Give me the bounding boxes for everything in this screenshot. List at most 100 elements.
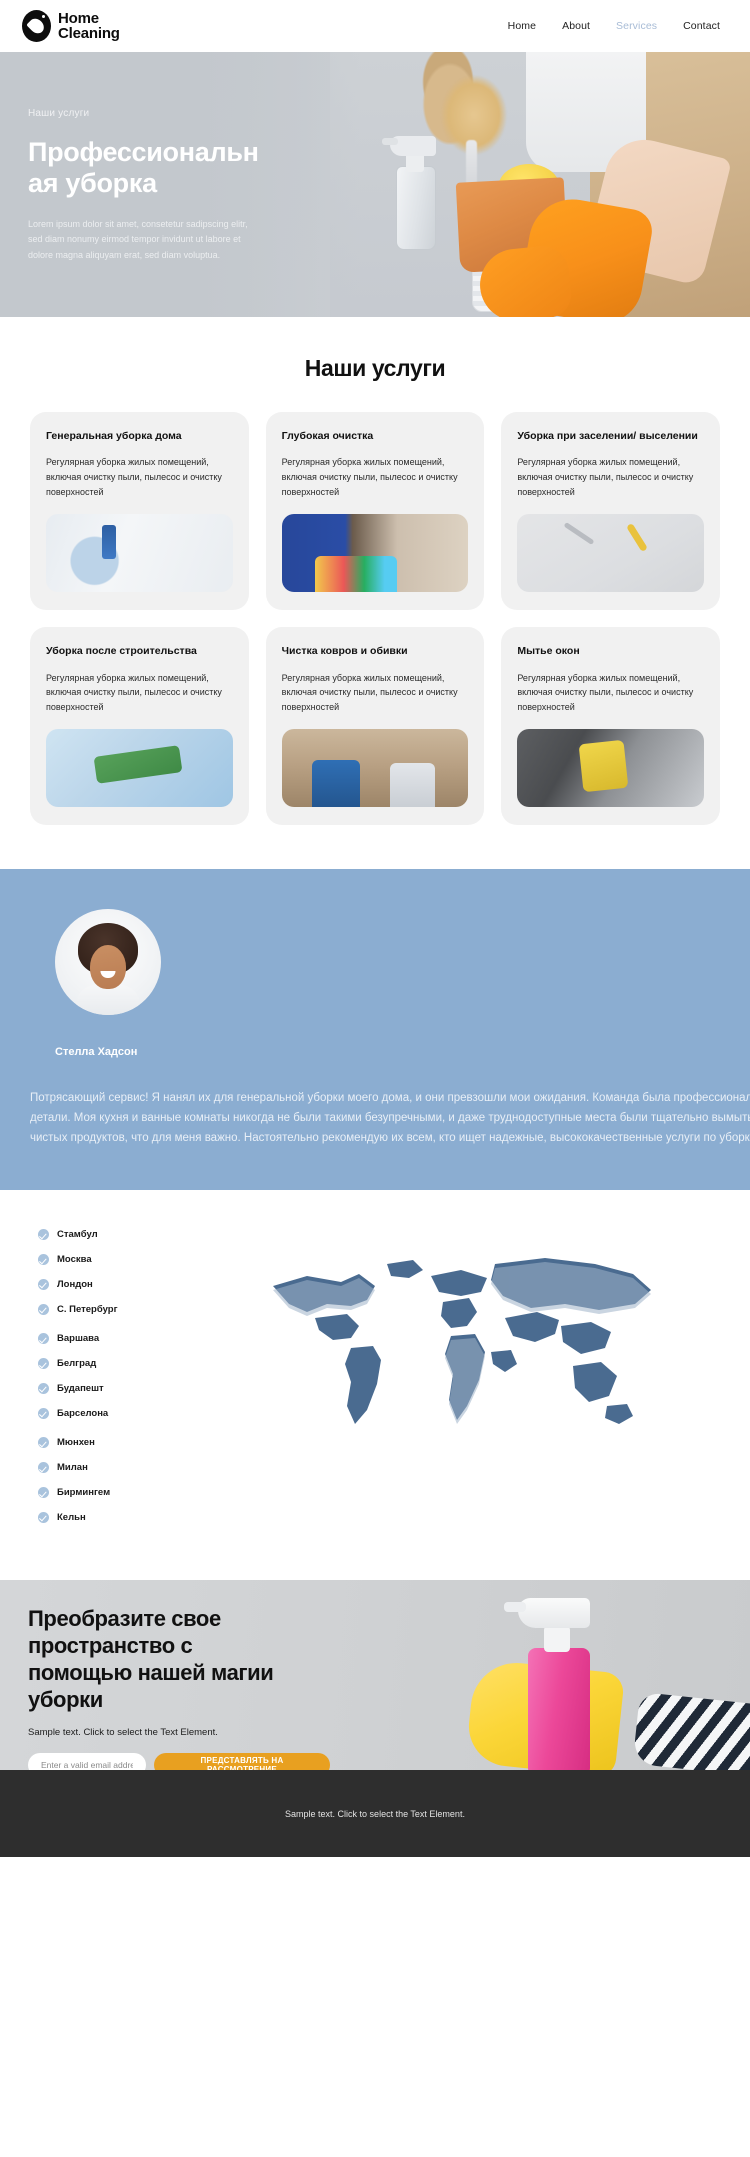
list-item[interactable]: Барселона: [38, 1407, 180, 1421]
hero-eyebrow: Наши услуги: [28, 108, 90, 119]
cta-title: Преобразите свое пространство с помощью …: [28, 1606, 274, 1712]
service-card-title: Мытье окон: [517, 645, 580, 658]
list-item[interactable]: Бирмингем: [38, 1486, 180, 1500]
spray-bottle-icon: [382, 130, 444, 250]
striped-sleeve-shape: [632, 1692, 750, 1771]
hero-photo: [330, 52, 750, 317]
services-title: Наши услуги: [304, 355, 446, 381]
city-group: Варшава Белград Будапешт Барселона: [38, 1332, 180, 1420]
hero-content: Наши услуги Профессиональн ая уборка Lor…: [0, 52, 300, 263]
testimonial-author-name: Стелла Хадсон: [55, 1046, 138, 1059]
check-circle-icon: [38, 1333, 49, 1345]
testimonial-section: Стелла Хадсон Потрясающий сервис! Я наня…: [0, 869, 750, 1191]
email-field[interactable]: [28, 1752, 146, 1771]
check-circle-icon: [38, 1303, 49, 1315]
list-item[interactable]: С. Петербург: [38, 1303, 180, 1317]
list-item[interactable]: Будапешт: [38, 1382, 180, 1396]
cleaning-tools-flatlay-photo: [517, 514, 704, 593]
city-label: Лондон: [57, 1278, 93, 1290]
spray-on-glass-photo: [46, 514, 233, 593]
pink-spray-bottle-icon: [504, 1586, 606, 1771]
gloved-hand-sponge-photo: [46, 729, 233, 808]
nav-link-home[interactable]: Home: [508, 20, 536, 32]
check-circle-icon: [38, 1382, 49, 1394]
footer-text: Sample text. Click to select the Text El…: [285, 1808, 465, 1819]
city-label: С. Петербург: [57, 1303, 118, 1315]
service-card-title: Уборка при заселении/ выселении: [517, 430, 698, 442]
list-item[interactable]: Мюнхен: [38, 1436, 180, 1450]
city-list: Стамбул Москва Лондон С. Петербург Варша…: [0, 1220, 180, 1540]
check-circle-icon: [38, 1358, 49, 1370]
list-item[interactable]: Кельн: [38, 1511, 180, 1525]
service-card-title: Чистка ковров и обивки: [281, 645, 408, 658]
list-item[interactable]: Стамбул: [38, 1228, 180, 1242]
service-card[interactable]: Глубокая очистка Регулярная уборка жилых…: [265, 412, 485, 611]
submit-button[interactable]: ПРЕДСТАВЛЯТЬ НА РАССМОТРЕНИЕ: [154, 1752, 330, 1771]
service-card-title: Уборка после строительства: [46, 645, 197, 658]
service-card-description: Регулярная уборка жилых помещений, включ…: [281, 672, 458, 713]
service-card[interactable]: Чистка ковров и обивки Регулярная уборка…: [265, 627, 485, 826]
hero-title-line-1: Профессиональн: [28, 137, 259, 167]
city-label: Бирмингем: [57, 1486, 111, 1498]
world-map-container: [180, 1220, 750, 1444]
service-card-title: Глубокая очистка: [281, 430, 374, 442]
check-circle-icon: [38, 1278, 49, 1290]
service-card[interactable]: Уборка при заселении/ выселении Регулярн…: [501, 412, 720, 611]
city-label: Кельн: [57, 1511, 86, 1523]
nav-link-services[interactable]: Services: [616, 20, 657, 32]
check-circle-icon: [38, 1229, 49, 1241]
customer-portrait-avatar: [55, 909, 161, 1016]
nav-link-about[interactable]: About: [562, 20, 590, 32]
check-circle-icon: [38, 1254, 49, 1266]
nav-link-contact[interactable]: Contact: [683, 20, 720, 32]
brand-text: Home Cleaning: [58, 9, 120, 42]
subscribe-form: ПРЕДСТАВЛЯТЬ НА РАССМОТРЕНИЕ: [28, 1752, 330, 1771]
check-circle-icon: [38, 1511, 49, 1523]
brand-line-2: Cleaning: [58, 25, 120, 42]
brand-logo[interactable]: Home Cleaning: [22, 10, 120, 42]
city-label: Барселона: [57, 1407, 109, 1419]
city-label: Варшава: [57, 1333, 100, 1345]
check-circle-icon: [38, 1462, 49, 1474]
service-card[interactable]: Уборка после строительства Регулярная уб…: [30, 627, 249, 826]
city-label: Москва: [57, 1254, 92, 1266]
check-circle-icon: [38, 1486, 49, 1498]
service-card[interactable]: Генеральная уборка дома Регулярная уборк…: [30, 412, 249, 611]
cta-content: Преобразите свое пространство с помощью …: [0, 1580, 330, 1771]
service-card-title: Генеральная уборка дома: [46, 430, 182, 442]
hero-description: Lorem ipsum dolor sit amet, consetetur s…: [28, 218, 248, 260]
city-label: Стамбул: [57, 1229, 98, 1241]
cta-subtitle: Sample text. Click to select the Text El…: [28, 1726, 218, 1738]
testimonial-quote: Потрясающий сервис! Я нанял их для генер…: [30, 1091, 750, 1144]
cta-section: Преобразите свое пространство с помощью …: [0, 1580, 750, 1771]
service-card-description: Регулярная уборка жилых помещений, включ…: [46, 672, 222, 713]
city-label: Мюнхен: [57, 1437, 95, 1449]
list-item[interactable]: Варшава: [38, 1332, 180, 1346]
city-label: Милан: [57, 1462, 88, 1474]
list-item[interactable]: Лондон: [38, 1278, 180, 1292]
check-circle-icon: [38, 1437, 49, 1449]
service-card-description: Регулярная уборка жилых помещений, включ…: [46, 457, 222, 498]
city-label: Будапешт: [57, 1382, 104, 1394]
list-item[interactable]: Милан: [38, 1461, 180, 1475]
service-card-description: Регулярная уборка жилых помещений, включ…: [517, 672, 694, 713]
city-group: Стамбул Москва Лондон С. Петербург: [38, 1228, 180, 1316]
hero-title-line-2: ая уборка: [28, 168, 157, 199]
water-drop-logo-icon: [22, 10, 51, 42]
check-circle-icon: [38, 1407, 49, 1419]
services-section: Наши услуги Генеральная уборка дома Регу…: [0, 317, 750, 870]
city-group: Мюнхен Милан Бирмингем Кельн: [38, 1436, 180, 1524]
service-card-description: Регулярная уборка жилых помещений, включ…: [517, 457, 694, 498]
hero-section: Наши услуги Профессиональн ая уборка Lor…: [0, 52, 750, 317]
service-card[interactable]: Мытье окон Регулярная уборка жилых помещ…: [501, 627, 720, 826]
service-card-description: Регулярная уборка жилых помещений, включ…: [281, 457, 458, 498]
services-grid: Генеральная уборка дома Регулярная уборк…: [0, 412, 750, 826]
maid-with-supplies-photo: [281, 514, 469, 593]
city-label: Белград: [57, 1358, 97, 1370]
list-item[interactable]: Белград: [38, 1357, 180, 1371]
world-map-graphic: [273, 1258, 651, 1425]
list-item[interactable]: Москва: [38, 1253, 180, 1267]
cleaning-couple-photo: [281, 729, 469, 808]
brand-line-1: Home: [58, 9, 99, 27]
locations-section: Стамбул Москва Лондон С. Петербург Варша…: [0, 1190, 750, 1581]
